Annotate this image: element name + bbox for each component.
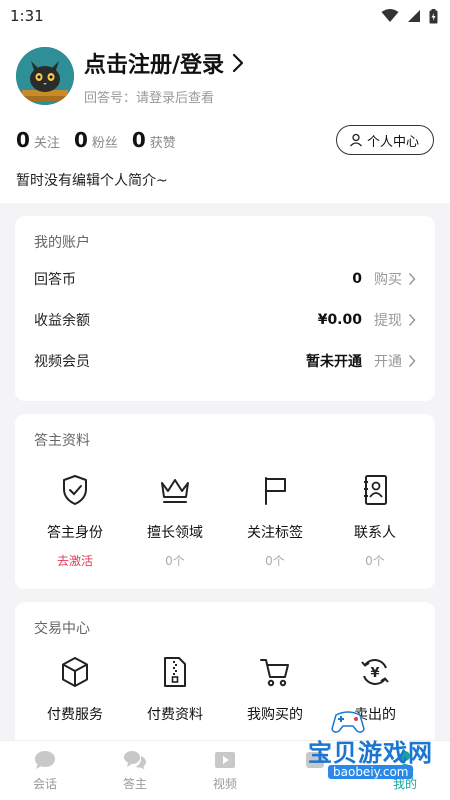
status-time: 1:31 — [10, 7, 44, 25]
account-row-right: 暂未开通 开通 — [306, 351, 416, 371]
stats-row: 0 关注 0 粉丝 0 获赞 个人中心 — [0, 124, 450, 156]
answerer-card: 答主资料 答主身份 去激活 擅长领域 0个 关注标签 0个 联系人 0个 — [15, 414, 435, 589]
account-row-coins[interactable]: 回答币 0 购买 — [15, 258, 435, 299]
zip-file-icon — [164, 657, 186, 687]
svg-text:¥: ¥ — [370, 666, 379, 681]
followed-tags[interactable]: 关注标签 0个 — [230, 472, 320, 569]
chat-bubbles-icon — [124, 751, 146, 770]
shield-check-icon — [63, 475, 87, 505]
card-title: 我的账户 — [34, 235, 90, 251]
stat-value: 0 — [16, 128, 30, 152]
grid-label: 付费服务 — [47, 707, 103, 723]
account-row-value: ¥0.00 — [317, 311, 362, 328]
tab-label: 会话 — [32, 777, 57, 791]
answerer-identity[interactable]: 答主身份 去激活 — [30, 472, 120, 569]
expertise-field[interactable]: 擅长领域 0个 — [130, 472, 220, 569]
tab-label: 视频 — [212, 777, 237, 791]
video-icon — [215, 752, 235, 768]
login-title[interactable]: 点击注册/登录 — [84, 47, 224, 79]
account-row-action[interactable]: 开通 — [374, 351, 402, 371]
card-title: 交易中心 — [34, 621, 90, 637]
tab-video[interactable]: 视频 — [185, 741, 265, 800]
tab-label: 答主 — [122, 777, 147, 791]
flag-icon — [265, 477, 286, 505]
paid-materials[interactable]: 付费资料 — [130, 654, 220, 724]
card-title: 答主资料 — [34, 433, 90, 449]
contacts[interactable]: 联系人 0个 — [330, 472, 420, 569]
yen-exchange-icon: ¥ — [361, 659, 389, 685]
personal-center-button[interactable]: 个人中心 — [335, 125, 434, 155]
watermark-url: baobeiy.com — [328, 765, 414, 779]
account-row-right: ¥0.00 提现 — [318, 310, 416, 330]
grid-label: 答主身份 — [47, 525, 103, 541]
status-bar: 1:31 — [0, 0, 450, 32]
bio-text[interactable]: 暂时没有编辑个人简介~ — [0, 170, 450, 190]
account-row-value: 0 — [352, 270, 362, 287]
answer-id-text: 回答号：请登录后查看 — [84, 90, 215, 106]
chevron-right-icon — [408, 272, 416, 285]
stat-value: 0 — [131, 128, 146, 152]
stats: 0 关注 0 粉丝 0 获赞 — [16, 128, 176, 152]
personal-center-label: 个人中心 — [366, 134, 419, 150]
answerer-grid: 答主身份 去激活 擅长领域 0个 关注标签 0个 联系人 0个 — [15, 472, 435, 569]
chat-bubble-icon — [35, 751, 55, 769]
account-row-action[interactable]: 提现 — [374, 310, 402, 330]
stat-label: 粉丝 — [91, 136, 118, 151]
account-row-label: 收益余额 — [34, 312, 90, 329]
stat-label: 获赞 — [149, 136, 176, 151]
battery-icon — [429, 8, 438, 23]
grid-label: 联系人 — [354, 525, 396, 541]
avatar[interactable] — [16, 47, 74, 105]
contact-book-icon — [364, 475, 387, 505]
profile-text: 点击注册/登录 回答号：请登录后查看 — [84, 47, 244, 106]
chevron-right-icon — [408, 313, 416, 326]
profile-header[interactable]: 点击注册/登录 回答号：请登录后查看 — [0, 32, 450, 112]
cube-icon — [62, 657, 88, 687]
stat-label: 关注 — [33, 136, 60, 151]
stat-likes[interactable]: 0 获赞 — [132, 128, 176, 152]
watermark-logo: 宝贝游戏网 baobeiy.com — [292, 705, 448, 795]
account-row-action[interactable]: 购买 — [374, 269, 402, 289]
tab-chat[interactable]: 会话 — [5, 741, 85, 800]
crown-icon — [161, 479, 189, 503]
wifi-icon — [381, 9, 399, 22]
cat-avatar-icon — [16, 47, 74, 105]
activate-link[interactable]: 去激活 — [57, 552, 93, 569]
account-row-right: 0 购买 — [352, 269, 416, 289]
account-row-balance[interactable]: 收益余额 ¥0.00 提现 — [15, 299, 435, 340]
grid-count: 0个 — [365, 554, 385, 568]
account-row-video-vip[interactable]: 视频会员 暂未开通 开通 — [15, 340, 435, 381]
account-row-label: 视频会员 — [34, 353, 90, 370]
grid-label: 擅长领域 — [147, 525, 203, 541]
content-area: 我的账户 回答币 0 购买 收益余额 ¥0.00 提现 视频会员 暂未开通 开通 — [0, 203, 450, 740]
tab-answerer[interactable]: 答主 — [95, 741, 175, 800]
grid-count: 0个 — [165, 554, 185, 568]
stat-value: 0 — [73, 128, 88, 152]
cart-icon — [260, 659, 289, 687]
chevron-right-icon — [232, 53, 244, 72]
person-outline-icon — [350, 133, 362, 147]
signal-icon — [408, 10, 420, 22]
grid-label: 关注标签 — [247, 525, 303, 541]
stat-following[interactable]: 0 关注 — [16, 128, 60, 152]
stat-fans[interactable]: 0 粉丝 — [74, 128, 118, 152]
account-card: 我的账户 回答币 0 购买 收益余额 ¥0.00 提现 视频会员 暂未开通 开通 — [15, 216, 435, 401]
grid-label: 付费资料 — [147, 707, 203, 723]
paid-services[interactable]: 付费服务 — [30, 654, 120, 724]
watermark-text: 宝贝游戏网 — [308, 739, 433, 767]
account-row-label: 回答币 — [34, 271, 76, 288]
account-row-value: 暂未开通 — [306, 353, 362, 370]
grid-count: 0个 — [265, 554, 285, 568]
status-icons — [381, 8, 438, 24]
chevron-right-icon — [408, 354, 416, 367]
login-row[interactable]: 点击注册/登录 — [84, 47, 244, 79]
